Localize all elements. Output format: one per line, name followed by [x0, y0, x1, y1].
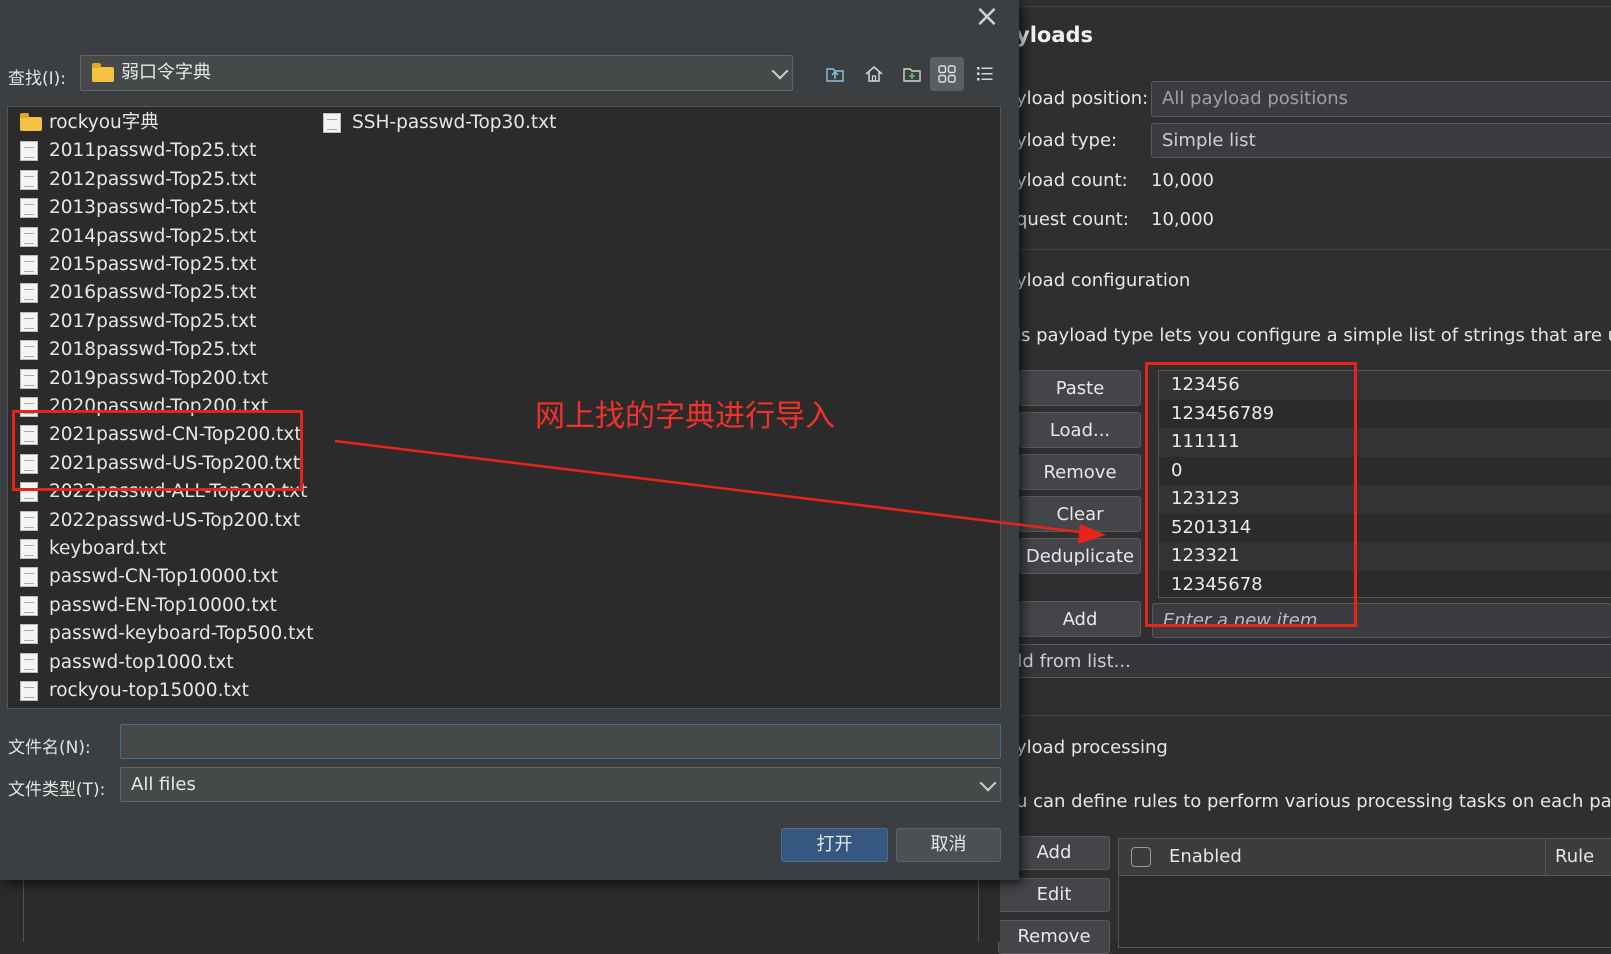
annotation-arrow	[334, 439, 1106, 544]
